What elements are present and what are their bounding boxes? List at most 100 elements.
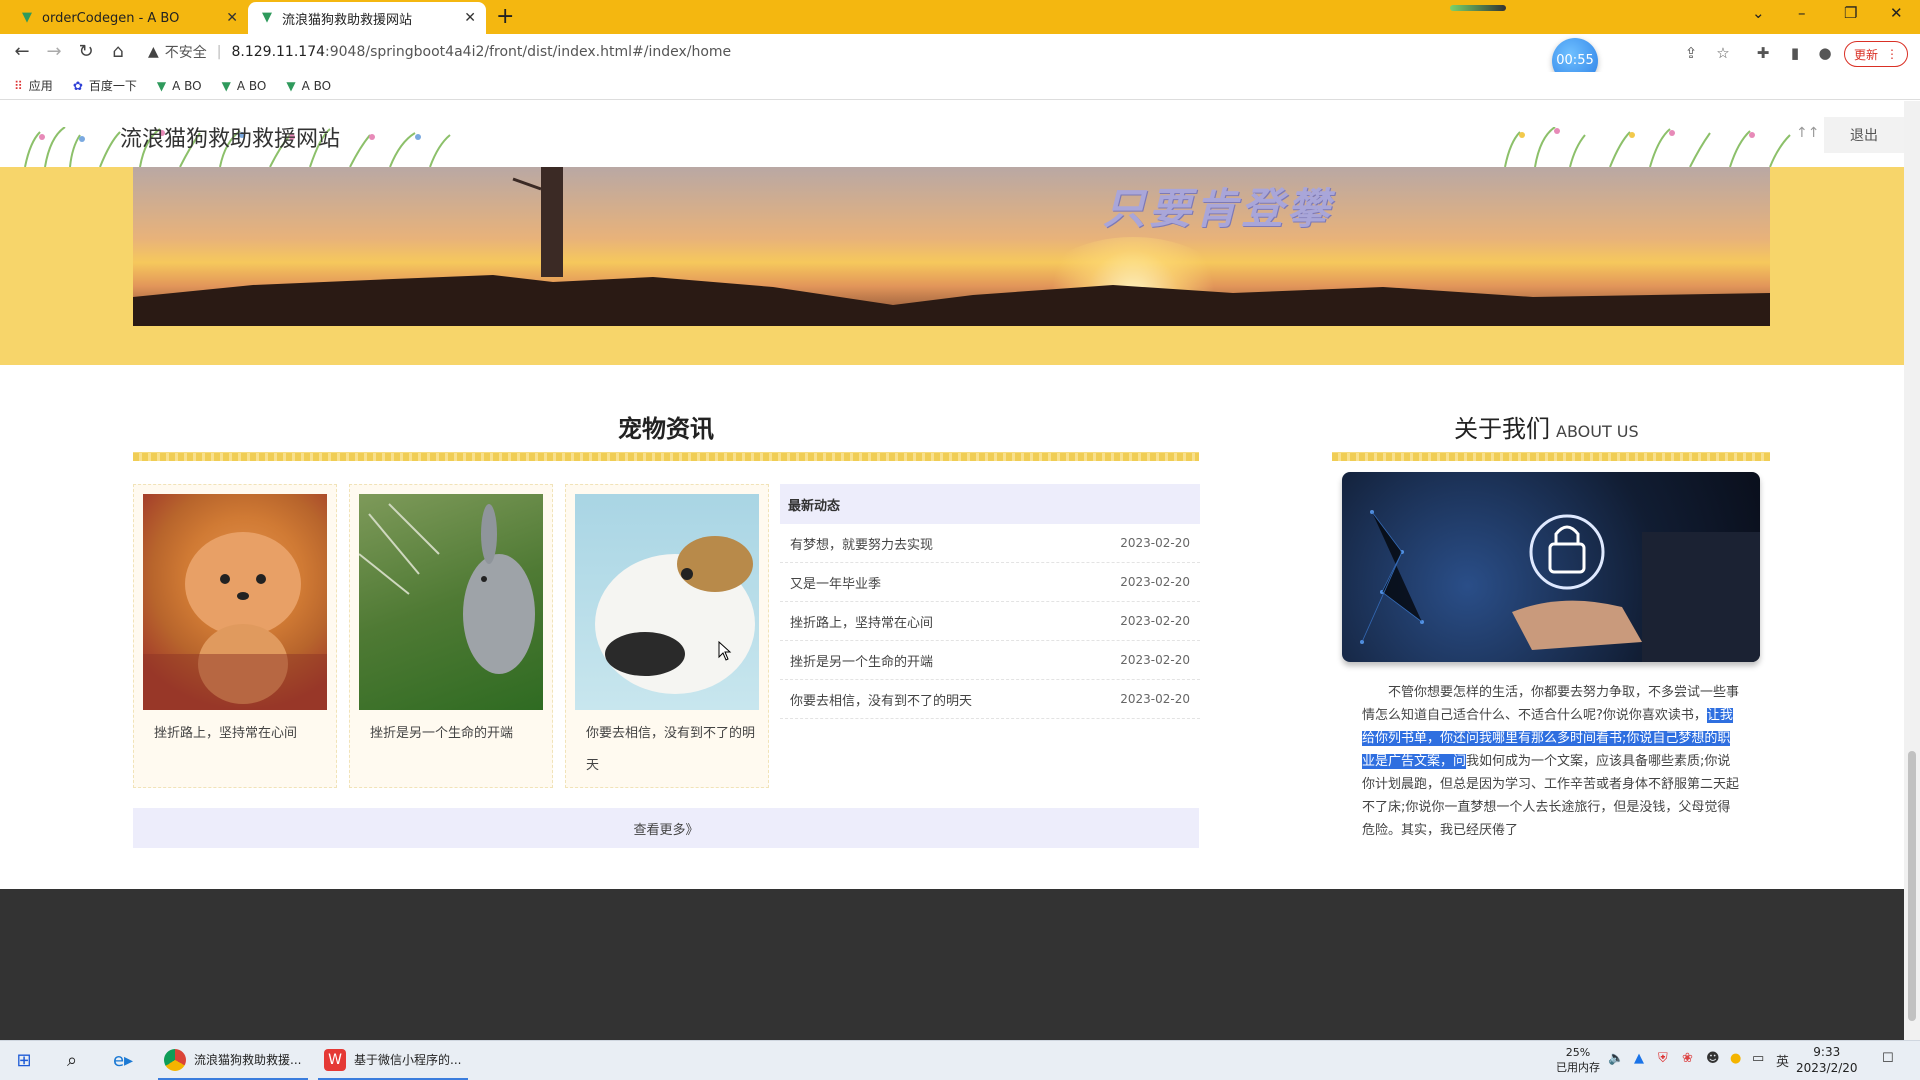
- taskbar-app-wps[interactable]: W 基于微信小程序的...: [318, 1041, 468, 1080]
- about-title-cn: 关于我们: [1454, 415, 1550, 443]
- minimize-button[interactable]: –: [1798, 4, 1806, 22]
- tray-app-icon[interactable]: ▲: [1634, 1051, 1644, 1066]
- browser-tab-strip: ▼ orderCodegen - A BO ✕ ▼ 流浪猫狗救助救援网站 ✕ +…: [0, 0, 1920, 34]
- latest-item-title: 挫折路上，坚持常在心间: [790, 615, 934, 631]
- url-path: :9048/springboot4a4i2/front/dist/index.h…: [325, 44, 732, 60]
- list-item[interactable]: 挫折是另一个生命的开端 2023-02-20: [780, 641, 1200, 680]
- windows-taskbar: ⊞ ⌕ e▸ 流浪猫狗救助救援... W 基于微信小程序的... 25% 已用内…: [0, 1040, 1920, 1080]
- site-title[interactable]: 流浪猫狗救助救援网站: [120, 121, 340, 153]
- page-scrollbar[interactable]: [1904, 101, 1920, 1040]
- bookmark-abo-2[interactable]: ▼ A BO: [222, 79, 267, 93]
- vue-logo-icon: ▼: [262, 10, 272, 25]
- divider: |: [216, 44, 222, 60]
- warning-triangle-icon: ▲: [148, 44, 159, 60]
- view-more-button[interactable]: 查看更多》: [133, 808, 1199, 848]
- browser-toolbar: ← → ↻ ⌂ ▲ 不安全 | 8.129.11.174 :9048/sprin…: [0, 34, 1920, 70]
- latest-item-date: 2023-02-20: [1120, 575, 1190, 589]
- logout-button[interactable]: 退出: [1824, 117, 1904, 153]
- clock-time: 9:33: [1813, 1045, 1841, 1059]
- list-item[interactable]: 有梦想，就要努力去实现 2023-02-20: [780, 524, 1200, 563]
- more-menu-icon: ⋮: [1886, 47, 1898, 61]
- vue-logo-icon: ▼: [22, 10, 32, 25]
- bookmark-label: A BO: [236, 78, 267, 93]
- bookmark-abo-3[interactable]: ▼ A BO: [286, 79, 331, 93]
- scroll-top-icon[interactable]: ↑↑: [1796, 125, 1819, 141]
- bookmark-abo-1[interactable]: ▼ A BO: [157, 79, 202, 93]
- address-bar[interactable]: ▲ 不安全 | 8.129.11.174 :9048/springboot4a4…: [148, 38, 1728, 66]
- vue-logo-icon: ▼: [221, 78, 231, 93]
- qq-penguin-icon[interactable]: ☻: [1706, 1051, 1720, 1066]
- vue-logo-icon: ▼: [156, 78, 167, 93]
- bookmark-star-icon[interactable]: ☆: [1712, 42, 1734, 64]
- scrollbar-thumb[interactable]: [1908, 751, 1916, 1021]
- tab-ordercodegen[interactable]: ▼ orderCodegen - A BO ✕: [8, 2, 248, 34]
- update-button[interactable]: 更新 ⋮: [1844, 41, 1908, 67]
- back-arrow-icon[interactable]: ←: [10, 40, 34, 64]
- wps-writer-icon: W: [324, 1048, 346, 1071]
- latest-news-list: 最新动态 有梦想，就要努力去实现 2023-02-20 又是一年毕业季 2023…: [780, 484, 1200, 719]
- restore-button[interactable]: ❐: [1844, 4, 1857, 22]
- new-tab-button[interactable]: +: [496, 4, 514, 29]
- bookmark-label: A BO: [301, 78, 332, 93]
- guinea-pig-illustration: [595, 536, 755, 694]
- latest-item-title: 又是一年毕业季: [790, 576, 882, 592]
- close-tab-icon[interactable]: ✕: [464, 10, 476, 26]
- search-icon[interactable]: ⌕: [60, 1049, 84, 1073]
- security-lock-illustration: [1360, 510, 1760, 662]
- bookmark-apps[interactable]: ⠿ 应用: [14, 77, 53, 94]
- forward-arrow-icon[interactable]: →: [42, 40, 66, 64]
- vue-logo-icon: ▼: [286, 78, 296, 93]
- apps-grid-icon: ⠿: [14, 78, 23, 93]
- bookmark-label: 应用: [28, 79, 53, 93]
- tray-app-icon[interactable]: ●: [1730, 1051, 1741, 1066]
- side-panel-icon[interactable]: ▮: [1784, 42, 1806, 64]
- pomeranian-illustration: [143, 532, 327, 710]
- home-icon[interactable]: ⌂: [106, 40, 130, 64]
- ie-browser-icon[interactable]: e▸: [108, 1049, 138, 1073]
- news-section-title: 宠物资讯: [618, 415, 714, 443]
- latest-item-title: 有梦想，就要努力去实现: [790, 537, 934, 553]
- latest-item-date: 2023-02-20: [1120, 614, 1190, 628]
- tab-search-chevron-icon[interactable]: ⌄: [1752, 4, 1765, 22]
- news-card[interactable]: 挫折路上，坚持常在心间: [133, 484, 337, 788]
- news-card[interactable]: 挫折是另一个生命的开端: [349, 484, 553, 788]
- tab-title: orderCodegen - A BO: [42, 10, 180, 26]
- tray-app-icon[interactable]: ❀: [1682, 1051, 1693, 1066]
- chrome-icon: [164, 1048, 186, 1071]
- taskbar-app-chrome[interactable]: 流浪猫狗救助救援...: [158, 1041, 308, 1080]
- news-card[interactable]: 你要去相信，没有到不了的明天: [565, 484, 769, 788]
- windows-start-icon[interactable]: ⊞: [12, 1049, 36, 1073]
- memory-label: 已用内存: [1556, 1061, 1600, 1074]
- tab-title: 流浪猫狗救助救援网站: [282, 12, 413, 28]
- latest-item-date: 2023-02-20: [1120, 653, 1190, 667]
- share-icon[interactable]: ⇪: [1680, 42, 1702, 64]
- about-title-divider: [1332, 452, 1770, 461]
- bookmark-baidu[interactable]: ✿ 百度一下: [73, 77, 137, 94]
- close-window-button[interactable]: ✕: [1890, 4, 1903, 22]
- taskbar-app-label: 流浪猫狗救助救援...: [194, 1053, 302, 1067]
- latest-item-title: 你要去相信，没有到不了的明天: [790, 693, 973, 709]
- input-method-indicator[interactable]: 英: [1776, 1051, 1789, 1070]
- list-item[interactable]: 你要去相信，没有到不了的明天 2023-02-20: [780, 680, 1200, 719]
- memory-indicator[interactable]: 25% 已用内存: [1556, 1045, 1600, 1075]
- security-shield-icon[interactable]: ⛨: [1658, 1051, 1668, 1066]
- volume-icon[interactable]: 🔈: [1608, 1051, 1624, 1066]
- hero-banner[interactable]: 只要肯登攀: [133, 167, 1770, 326]
- list-item[interactable]: 挫折路上，坚持常在心间 2023-02-20: [780, 602, 1200, 641]
- extensions-puzzle-icon[interactable]: ✚: [1752, 42, 1774, 64]
- rabbit-photo: [359, 494, 543, 710]
- baidu-paw-icon: ✿: [72, 78, 83, 93]
- network-icon[interactable]: ▭: [1752, 1051, 1764, 1066]
- reload-icon[interactable]: ↻: [74, 40, 98, 64]
- tab-active-site[interactable]: ▼ 流浪猫狗救助救援网站 ✕: [248, 2, 486, 34]
- list-item[interactable]: 又是一年毕业季 2023-02-20: [780, 563, 1200, 602]
- close-tab-icon[interactable]: ✕: [226, 10, 238, 26]
- guinea-pig-photo: [575, 494, 759, 710]
- profile-avatar-icon[interactable]: ●: [1814, 42, 1836, 64]
- rabbit-illustration: [359, 503, 535, 674]
- notification-icon[interactable]: ☐: [1882, 1051, 1894, 1066]
- system-clock[interactable]: 9:33 2023/2/20: [1796, 1044, 1858, 1076]
- about-image: [1342, 472, 1760, 662]
- site-header: 流浪猫狗救助救援网站 ↑↑ 退出: [0, 101, 1904, 167]
- window-drag-indicator: [1450, 5, 1506, 11]
